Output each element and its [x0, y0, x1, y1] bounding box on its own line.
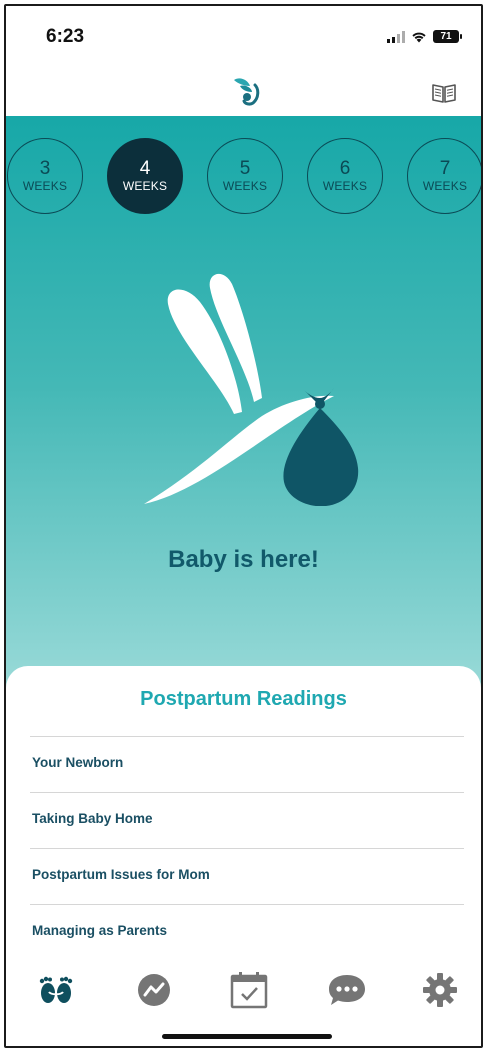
reading-item-label: Taking Baby Home	[32, 811, 153, 826]
app-header	[6, 70, 481, 116]
week-number: 5	[239, 157, 251, 179]
gear-icon	[423, 973, 457, 1007]
tab-messages[interactable]	[325, 968, 369, 1012]
status-bar: 6:23 71	[6, 6, 481, 70]
week-number: 3	[39, 157, 51, 179]
week-number: 6	[339, 157, 351, 179]
dragonfly-logo-icon[interactable]	[228, 74, 264, 110]
tab-trends[interactable]	[132, 968, 176, 1012]
reading-item-postpartum-issues-for-mom[interactable]: Postpartum Issues for Mom	[30, 848, 464, 904]
tab-baby[interactable]	[34, 968, 78, 1012]
battery-icon: 71	[433, 30, 462, 43]
reading-item-label: Managing as Parents	[32, 923, 168, 938]
week-label: WEEKS	[322, 178, 368, 193]
baby-feet-icon	[39, 976, 73, 1003]
hero-title: Baby is here!	[168, 546, 319, 573]
week-7-button[interactable]: 7 WEEKS	[407, 138, 481, 214]
trend-chart-icon	[138, 974, 170, 1006]
week-label: WEEKS	[22, 178, 68, 193]
cellular-signal-icon	[387, 30, 405, 43]
week-5-button[interactable]: 5 WEEKS	[207, 138, 283, 214]
week-4-button[interactable]: 4 WEEKS	[107, 138, 183, 214]
reading-item-taking-baby-home[interactable]: Taking Baby Home	[30, 792, 464, 848]
battery-level: 71	[440, 31, 452, 42]
dragonfly-carrying-bundle-icon	[144, 273, 359, 506]
home-indicator[interactable]	[162, 1034, 332, 1039]
week-label: WEEKS	[222, 178, 268, 193]
wifi-icon	[412, 32, 426, 42]
chat-bubble-icon	[329, 975, 365, 1005]
calendar-check-icon	[230, 972, 268, 1009]
week-3-button[interactable]: 3 WEEKS	[7, 138, 83, 214]
weeks-selector: 3 WEEKS 4 WEEKS 5 WEEKS 6 WEEKS 7 WEEKS	[6, 138, 481, 222]
open-book-icon[interactable]	[431, 82, 457, 104]
tab-bar	[6, 968, 481, 1018]
reading-item-managing-as-parents[interactable]: Managing as Parents	[30, 904, 464, 960]
week-label: WEEKS	[122, 178, 168, 193]
phone-screen: 6:23 71 3 WEEKS 4 WEEKS 5 WEEKS 6 WEEKS …	[4, 4, 483, 1048]
reading-item-label: Postpartum Issues for Mom	[32, 867, 210, 882]
tab-settings[interactable]	[418, 968, 462, 1012]
week-number: 7	[439, 157, 451, 179]
week-6-button[interactable]: 6 WEEKS	[307, 138, 383, 214]
reading-item-label: Your Newborn	[32, 755, 124, 770]
readings-title: Postpartum Readings	[140, 688, 347, 710]
week-label: WEEKS	[422, 178, 468, 193]
tab-calendar[interactable]	[227, 968, 271, 1012]
status-icons: 71	[387, 30, 462, 43]
status-time: 6:23	[46, 26, 85, 47]
week-number: 4	[139, 157, 151, 179]
reading-item-your-newborn[interactable]: Your Newborn	[30, 736, 464, 792]
hero-section: 3 WEEKS 4 WEEKS 5 WEEKS 6 WEEKS 7 WEEKS	[6, 116, 481, 716]
